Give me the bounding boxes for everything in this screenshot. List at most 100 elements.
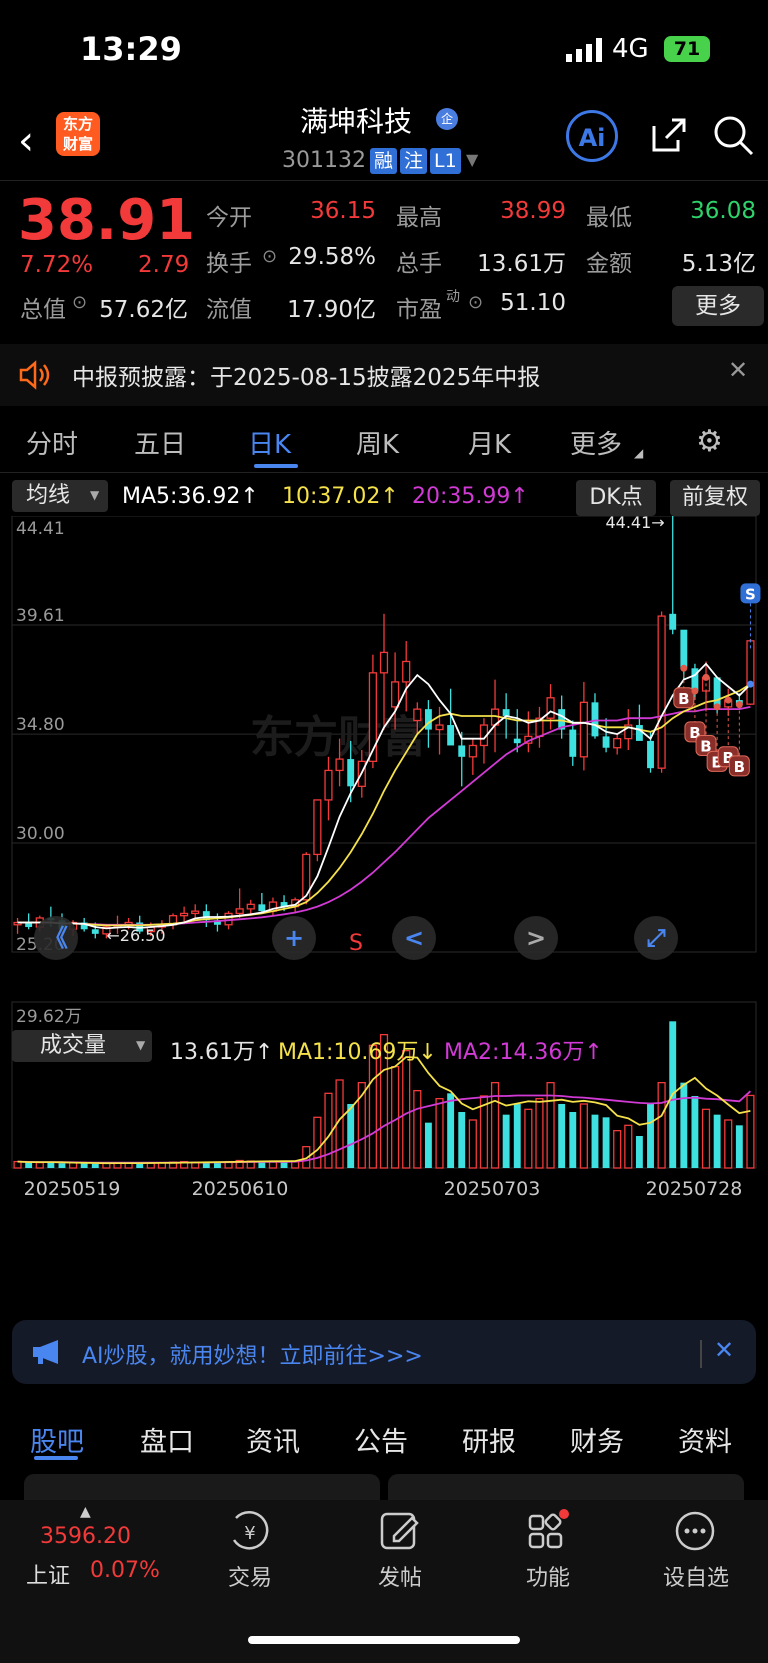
min-price-label: ←26.50 [106,926,165,945]
volume-bar [435,1098,444,1169]
x-tick-label: 20250703 [444,1178,541,1200]
volume-select[interactable]: 成交量 [12,1030,152,1062]
volume-max-label: 29.62万 [16,1007,82,1027]
chevron-down-icon[interactable]: ▼ [466,150,478,169]
tab-announcements[interactable]: 公告 [354,1420,408,1459]
volume-bar [735,1125,743,1168]
close-icon[interactable]: ✕ [728,356,748,384]
volume-current: 13.61万↑ [170,1040,274,1065]
high-label: 最高 [396,205,442,231]
tag-level1[interactable]: L1 [430,148,461,174]
candle-body [347,759,355,787]
candle-body [224,912,233,926]
y-tick-label: 30.00 [16,824,65,844]
speaker-icon [18,360,52,394]
divider [0,472,768,473]
gear-icon[interactable]: ⚙ [696,424,723,459]
float-cap-value: 17.90亿 [287,297,376,323]
megaphone-icon [30,1338,64,1370]
volume-bar [569,1111,577,1168]
volume-bar [513,1103,521,1168]
candle-body [569,729,577,757]
volume-bar [413,1090,422,1169]
back-icon[interactable]: ‹ [18,118,34,164]
ai-banner-text[interactable]: AI炒股，就用妙想！立即前往>>> [82,1338,423,1370]
high-value: 38.99 [500,198,566,224]
nav-watchlist-label[interactable]: 设自选 [656,1560,736,1592]
search-icon[interactable] [712,114,756,162]
candle-body [746,640,755,705]
volume-bar [746,1094,755,1169]
tab-finance[interactable]: 财务 [570,1420,624,1459]
divider [700,1340,702,1368]
kline-chart[interactable]: 东方财富 44.4139.6134.8030.0025.2044.41→←26.… [0,516,768,1326]
tab-profile[interactable]: 资料 [678,1420,732,1459]
y-tick-label: 39.61 [16,606,65,626]
tag-margin[interactable]: 融 [370,148,398,174]
volume-bar [701,1108,711,1169]
turnover-value: 29.58% [288,244,376,270]
edit-icon[interactable] [378,1508,424,1558]
forward-adjust-button[interactable]: 前复权 [670,480,760,516]
share-icon[interactable] [648,114,690,160]
candle-body [258,904,266,912]
candle-body [313,799,322,856]
low-label: 最低 [586,205,632,231]
stock-name: 满坤科技 [300,105,413,138]
tab-intraday[interactable]: 分时 [26,424,78,461]
nav-post-label[interactable]: 发帖 [360,1560,440,1592]
x-tick-label: 20250519 [24,1178,121,1200]
volume-bar [657,1082,666,1169]
candle-body [246,903,255,910]
info-icon[interactable]: ⊙ [72,292,87,313]
close-icon[interactable]: ✕ [714,1336,734,1364]
nav-functions-label[interactable]: 功能 [508,1560,588,1592]
tab-forum[interactable]: 股吧 [30,1420,84,1459]
tag-registered[interactable]: 注 [400,148,428,174]
ai-button[interactable]: Ai [566,110,618,162]
tab-research[interactable]: 研报 [462,1420,516,1459]
signal-icon [566,38,604,66]
candle-body [180,912,189,917]
candle-body [579,701,588,758]
grid-icon[interactable] [526,1508,572,1558]
index-change[interactable]: 0.07% [90,1558,160,1583]
more-button[interactable]: 更多 [672,286,764,326]
tab-news[interactable]: 资讯 [246,1420,300,1459]
dots-circle-icon[interactable] [672,1508,718,1558]
app-logo: 东方财富 [56,112,100,156]
market-cap-value: 57.62亿 [99,297,188,323]
volume-bar [313,1116,322,1169]
index-name[interactable]: 上证 [26,1558,70,1590]
volume-bar [25,1162,33,1168]
candle-body [447,725,455,746]
info-icon[interactable]: ⊙ [468,292,483,313]
dk-point-button[interactable]: DK点 [576,480,656,516]
tab-five-day[interactable]: 五日 [134,424,186,461]
y-tick-label: 44.41 [16,519,65,539]
tab-order-book[interactable]: 盘口 [140,1420,194,1459]
notice-text[interactable]: 中报预披露：于2025-08-15披露2025年中报 [72,358,540,392]
volume-bar [558,1103,566,1168]
candle-body [669,613,677,630]
nav-trade-label[interactable]: 交易 [210,1560,290,1592]
chevron-down-icon: ▼ [136,1038,146,1052]
yen-circle-icon[interactable]: ¥ [224,1508,276,1558]
candle-body [402,660,411,683]
current-price: 38.91 [18,188,196,253]
pe-value: 51.10 [500,290,566,316]
home-indicator[interactable] [248,1636,520,1644]
info-icon[interactable]: ⊙ [262,246,277,267]
volume-bar [579,1103,588,1169]
candle-body [713,677,721,707]
tab-more[interactable]: 更多 [570,424,622,461]
volume-bar [724,1119,733,1169]
tab-weekly-k[interactable]: 周K [356,424,399,461]
candle-body [458,745,466,757]
index-value[interactable]: 3596.20 [40,1524,131,1549]
market-cap-label: 总值 [20,297,66,323]
volume-bar [502,1114,510,1168]
volume-bar [324,1092,333,1169]
tab-monthly-k[interactable]: 月K [468,424,511,461]
tab-daily-k[interactable]: 日K [248,424,291,461]
